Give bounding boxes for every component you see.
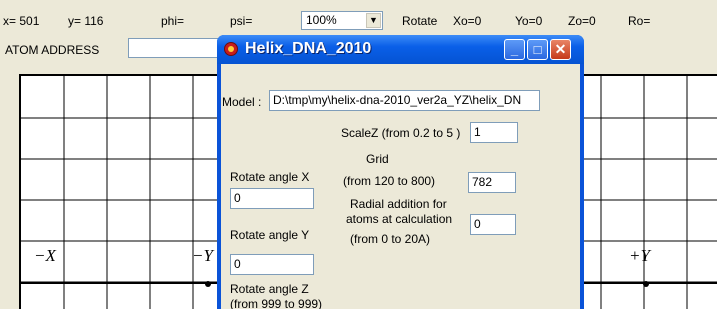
pos-y-label: +Y (629, 246, 650, 265)
radial-label-line1: Radial addition for (350, 197, 447, 211)
model-path-field[interactable]: D:\tmp\my\helix-dna-2010_ver2a_YZ\helix_… (269, 90, 540, 111)
chevron-down-icon[interactable]: ▼ (366, 13, 381, 28)
model-label: Model : (222, 95, 262, 109)
phi-readout: phi= (161, 14, 185, 28)
zo-readout: Zo=0 (568, 14, 596, 28)
radial-label-line2: atoms at calculation (346, 212, 453, 226)
minimize-button[interactable]: _ (504, 39, 525, 60)
scalez-label: ScaleZ (from 0.2 to 5 ) (341, 126, 461, 140)
neg-y-label: −Y (192, 246, 213, 265)
grid-range-label: (from 120 to 800) (343, 174, 436, 188)
close-button[interactable]: ✕ (550, 39, 571, 60)
rotate-y-label: Rotate angle Y (230, 228, 310, 242)
y-coordinate: y= 116 (68, 14, 104, 28)
rotate-x-label: Rotate angle X (230, 170, 310, 184)
app-icon (224, 42, 238, 56)
xo-readout: Xo=0 (453, 14, 482, 28)
rotate-z-range-label: (from 999 to 999) (230, 297, 323, 309)
neg-x-label: −X (34, 246, 56, 265)
axis-marker (643, 281, 649, 287)
scalez-field[interactable]: 1 (470, 122, 518, 143)
maximize-button[interactable]: □ (527, 39, 548, 60)
zoom-value: 100% (306, 13, 337, 27)
grid-label: Grid (366, 152, 389, 166)
psi-readout: psi= (230, 14, 253, 28)
atom-address-label: ATOM ADDRESS (5, 43, 100, 57)
helix-dna-dialog: Helix_DNA_2010 _ □ ✕ Model : D:\tmp\my\h… (217, 35, 584, 309)
ro-readout: Ro= (628, 14, 651, 28)
axis-marker (205, 281, 211, 287)
radial-range-label: (from 0 to 20A) (350, 232, 431, 246)
rotate-z-label: Rotate angle Z (230, 282, 309, 296)
yo-readout: Yo=0 (515, 14, 543, 28)
zoom-select[interactable]: 100% ▼ (301, 11, 383, 30)
status-bar: x= 501 y= 116 phi= psi= 100% ▼ Rotate Xo… (0, 0, 717, 38)
x-coordinate: x= 501 (3, 14, 40, 28)
rotate-y-field[interactable]: 0 (230, 254, 314, 275)
rotate-x-field[interactable]: 0 (230, 188, 314, 209)
window-title: Helix_DNA_2010 (245, 40, 372, 57)
grid-field[interactable]: 782 (468, 172, 516, 193)
title-bar[interactable]: Helix_DNA_2010 _ □ ✕ (217, 35, 584, 64)
dialog-body: Model : D:\tmp\my\helix-dna-2010_ver2a_Y… (221, 64, 580, 309)
radial-field[interactable]: 0 (470, 214, 516, 235)
rotate-label: Rotate (402, 14, 438, 28)
atom-address-input[interactable] (128, 38, 224, 58)
